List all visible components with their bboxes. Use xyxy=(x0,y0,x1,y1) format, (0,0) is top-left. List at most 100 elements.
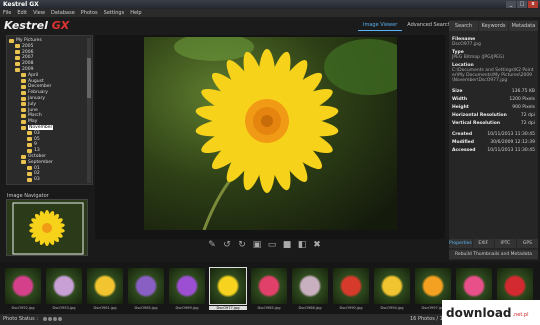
accessed-value: 10/11/2013 11:30:45 xyxy=(487,148,535,153)
thumbnail[interactable] xyxy=(292,268,328,304)
scrollbar-thumb[interactable] xyxy=(87,58,91,98)
tab-properties[interactable]: Properties xyxy=(449,239,472,248)
tree-item-label: May xyxy=(28,119,38,125)
tab-iptc[interactable]: IPTC xyxy=(494,239,516,248)
tab-gps[interactable]: GPS xyxy=(516,239,538,248)
tree-item[interactable]: 2007 xyxy=(15,55,33,60)
tree-item[interactable]: December xyxy=(21,84,51,89)
rebuild-button[interactable]: Rebuild Thumbnails and Metadata xyxy=(449,250,538,259)
thumbnail-caption: DscO953.jpg xyxy=(52,306,76,310)
vres-value: 72 dpi xyxy=(520,121,535,126)
right-panel: Search Keywords Metadata Filename DscO97… xyxy=(449,20,538,260)
thumbnail[interactable] xyxy=(374,268,410,304)
tree-item[interactable]: 2006 xyxy=(15,50,33,55)
hres-value: 72 dpi xyxy=(520,113,535,118)
thumbnail[interactable] xyxy=(169,268,205,304)
fit-icon[interactable]: ▭ xyxy=(267,240,277,250)
tree-item[interactable]: January xyxy=(21,96,45,101)
thumbnail-caption: DscO990.jpg xyxy=(339,306,363,310)
tree-item-label: August xyxy=(28,78,44,84)
pen-icon[interactable]: ✎ xyxy=(207,240,217,250)
tree-item[interactable]: June xyxy=(21,108,38,113)
menu-database[interactable]: Database xyxy=(51,9,75,17)
delete-icon[interactable]: ✖ xyxy=(312,240,322,250)
tree-item[interactable]: July xyxy=(21,102,36,107)
right-bottom-panel: Properties EXIF IPTC GPS Rebuild Thumbna… xyxy=(449,239,538,261)
tree-item[interactable]: 03 xyxy=(27,131,40,136)
folder-icon xyxy=(27,177,32,182)
tab-metadata[interactable]: Metadata xyxy=(509,21,538,31)
close-button[interactable]: x xyxy=(528,1,538,8)
fullscreen-icon[interactable]: ◧ xyxy=(297,240,307,250)
created-value: 10/11/2013 11:30:45 xyxy=(487,132,535,137)
tree-item[interactable]: May xyxy=(21,119,37,124)
thumbnail[interactable] xyxy=(209,267,247,305)
tree-item[interactable]: March xyxy=(21,113,42,118)
tree-item[interactable]: April xyxy=(21,73,38,78)
tree-item-label: 13 xyxy=(34,148,40,154)
tree-item[interactable]: 02 xyxy=(27,171,40,176)
location-value: C:\Documents and Settings\K2 Pointer\My … xyxy=(452,68,534,83)
tree-item[interactable]: 13 xyxy=(27,148,40,153)
tree-item[interactable]: 2009 xyxy=(15,67,33,72)
tree-item-label: 02 xyxy=(34,171,40,177)
tab-exif[interactable]: EXIF xyxy=(472,239,494,248)
tree-item-label: 2008 xyxy=(22,61,34,67)
menu-help[interactable]: Help xyxy=(130,9,141,17)
tab-advanced-search[interactable]: Advanced Search xyxy=(402,20,455,31)
thumbnail[interactable] xyxy=(46,268,82,304)
rotate-left-icon[interactable]: ↺ xyxy=(222,240,232,250)
width-value: 1200 Pixels xyxy=(509,97,535,102)
tree-item-label: 2009 xyxy=(22,67,34,72)
image-toolbar: ✎ ↺ ↻ ▣ ▭ ■ ◧ ✖ xyxy=(207,240,322,250)
rotate-right-icon[interactable]: ↻ xyxy=(237,240,247,250)
tree-item[interactable]: February xyxy=(21,90,48,95)
folder-icon xyxy=(27,148,32,153)
tree-item[interactable]: August xyxy=(21,79,44,84)
window-title: Kestrel GX xyxy=(3,1,39,8)
thumbnail[interactable] xyxy=(128,268,164,304)
tree-item-label: January xyxy=(28,96,46,101)
tree-item[interactable]: 9 xyxy=(27,142,37,147)
tab-search[interactable]: Search xyxy=(449,21,478,31)
menu-edit[interactable]: Edit xyxy=(17,9,27,17)
menu-file[interactable]: File xyxy=(3,9,11,17)
thumbnail[interactable] xyxy=(87,268,123,304)
minimize-button[interactable]: _ xyxy=(506,1,516,8)
tab-keywords[interactable]: Keywords xyxy=(479,21,508,31)
thumbnail[interactable] xyxy=(333,268,369,304)
view-tabs: Image Viewer Advanced Search xyxy=(358,20,456,31)
modified-label: Modified xyxy=(452,140,474,145)
folder-icon xyxy=(27,131,32,136)
tree-item-label: 9 xyxy=(34,142,37,148)
tree-item[interactable]: November xyxy=(21,125,54,130)
menu-settings[interactable]: Settings xyxy=(104,9,125,17)
thumbnail[interactable] xyxy=(456,268,492,304)
tree-scrollbar[interactable] xyxy=(87,38,91,183)
tree-item[interactable]: 2008 xyxy=(15,61,33,66)
menu-photos[interactable]: Photos xyxy=(81,9,98,17)
tree-item[interactable]: October xyxy=(21,154,46,159)
one-to-one-icon[interactable]: ■ xyxy=(282,240,292,250)
thumbnail[interactable] xyxy=(5,268,41,304)
folder-tree[interactable]: My Pictures 2005 2006 2007 2008 2009 April Augu… xyxy=(6,35,93,185)
image-navigator[interactable] xyxy=(6,199,88,256)
hres-label: Horizontal Resolution xyxy=(452,113,507,118)
menu-view[interactable]: View xyxy=(33,9,45,17)
tree-item[interactable]: September xyxy=(21,160,53,165)
tree-item[interactable]: My Pictures xyxy=(9,38,42,43)
maximize-button[interactable]: □ xyxy=(517,1,527,8)
tree-item[interactable]: 2005 xyxy=(15,44,33,49)
tree-item[interactable]: 05 xyxy=(27,137,40,142)
thumbnail[interactable] xyxy=(415,268,451,304)
tree-item[interactable]: 01 xyxy=(27,166,40,171)
menu-bar: File Edit View Database Photos Settings … xyxy=(0,9,540,17)
tree-item[interactable]: 03 xyxy=(27,177,40,182)
thumbnail[interactable] xyxy=(251,268,287,304)
main-photo[interactable] xyxy=(144,37,397,230)
tab-image-viewer[interactable]: Image Viewer xyxy=(358,20,403,31)
monitor-icon[interactable]: ▣ xyxy=(252,240,262,250)
accessed-label: Accessed xyxy=(452,148,476,153)
thumbnail[interactable] xyxy=(497,268,533,304)
app-window: Kestrel GX _ □ x File Edit View Database… xyxy=(0,0,540,325)
